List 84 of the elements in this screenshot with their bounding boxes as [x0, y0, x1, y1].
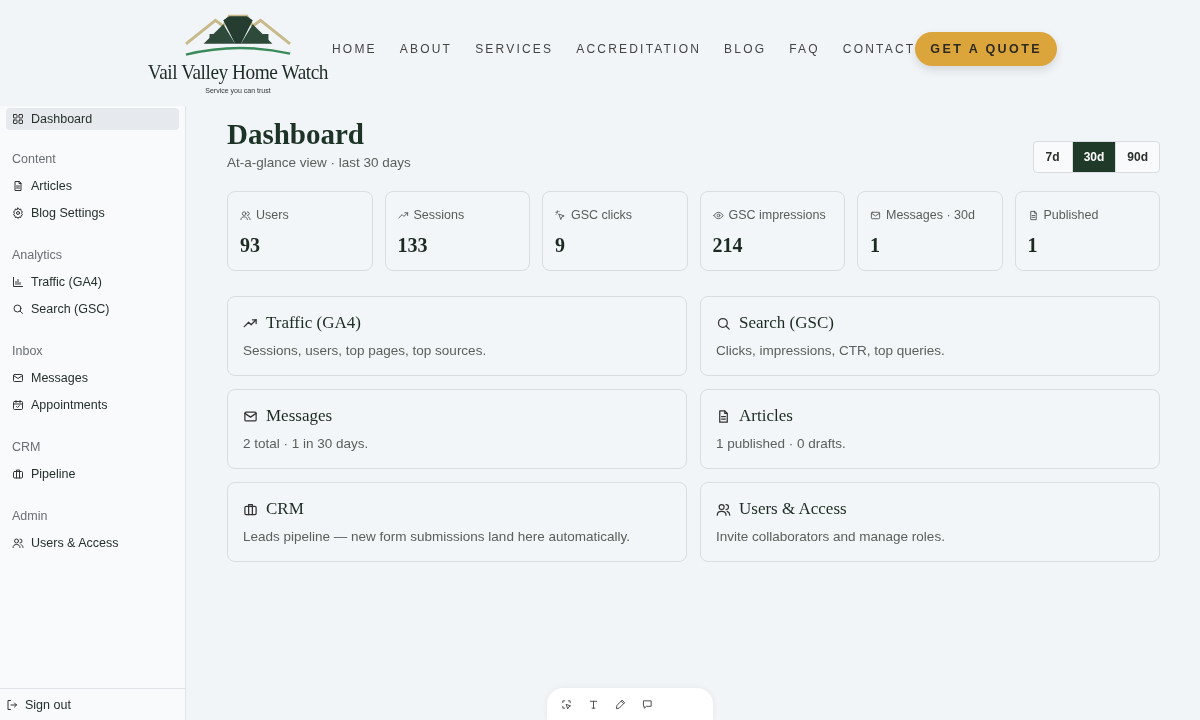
section-heading: Content	[11, 151, 57, 168]
section-heading: CRM	[11, 439, 42, 456]
stat-label: GSC impressions	[728, 208, 826, 222]
sidebar-item[interactable]: Dashboard	[6, 108, 179, 130]
stat-value: 9	[555, 234, 566, 257]
sidebar-item[interactable]: Appointments	[6, 391, 179, 418]
cursor-click-icon	[555, 209, 566, 221]
section-heading: Analytics	[11, 247, 64, 264]
search-icon	[716, 315, 731, 331]
nav-card[interactable]: Traffic (GA4) Sessions, users, top pages, top sources.	[227, 296, 687, 376]
layout-grid-icon	[12, 113, 24, 125]
card-title: Search (GSC)	[739, 313, 834, 333]
trend-up-icon	[397, 209, 409, 221]
nav-link[interactable]: ACCREDITATION	[576, 42, 702, 56]
users-icon	[12, 536, 24, 549]
nav-link[interactable]: SERVICES	[475, 42, 554, 56]
sign-out-link[interactable]: Sign out	[6, 697, 71, 712]
comment-icon	[642, 698, 653, 710]
envelope-icon	[12, 371, 24, 384]
document-icon	[716, 408, 731, 424]
sidebar-item[interactable]: Users & Access	[6, 529, 179, 556]
stat-label: Users	[256, 208, 289, 222]
calendar-icon	[12, 398, 24, 411]
bar-chart-icon	[12, 275, 24, 288]
quote-button[interactable]: GET A QUOTE	[915, 32, 1057, 66]
nav-card[interactable]: Users & Access Invite collaborators and manage roles.	[700, 482, 1160, 562]
users-icon	[240, 209, 251, 221]
pencil-icon	[615, 698, 626, 710]
nav-card[interactable]: Articles 1 published · 0 drafts.	[700, 389, 1160, 469]
eye-icon	[712, 209, 724, 221]
stat-label: GSC clicks	[571, 208, 633, 222]
sidebar-item[interactable]: Messages	[6, 364, 179, 391]
card-description: Clicks, impressions, CTR, top queries.	[716, 343, 946, 358]
stat-value: 214	[712, 234, 744, 257]
card-description: 2 total · 1 in 30 days.	[243, 436, 370, 451]
sign-out-icon	[6, 698, 18, 711]
stat-value: 1	[1027, 234, 1039, 257]
sidebar-item[interactable]: Pipeline	[6, 460, 179, 487]
text-tool-icon	[588, 698, 599, 710]
card-description: Invite collaborators and manage roles.	[716, 529, 946, 544]
nav-link[interactable]: CONTACT	[842, 42, 916, 56]
nav-link[interactable]: HOME	[332, 42, 377, 56]
nav-link[interactable]: ABOUT	[399, 42, 453, 56]
section-heading: Admin	[11, 508, 49, 525]
search-icon	[12, 302, 24, 315]
stat-value: 133	[397, 234, 429, 257]
page-subtitle: At-a-glance view · last 30 days	[227, 155, 411, 170]
range-tab[interactable]: 90d	[1115, 142, 1159, 172]
sidebar-item[interactable]: Search (GSC)	[6, 295, 179, 322]
card-description: 1 published · 0 drafts.	[716, 436, 847, 451]
stat-label: Messages · 30d	[886, 208, 975, 222]
page-title: Dashboard	[227, 117, 365, 152]
selection-icon	[561, 698, 572, 710]
card-title: Users & Access	[739, 499, 847, 519]
section-heading: Inbox	[11, 343, 44, 360]
document-icon	[1027, 209, 1039, 221]
document-icon	[12, 179, 24, 192]
briefcase-icon	[12, 467, 24, 480]
users-icon	[716, 501, 731, 517]
sidebar-item[interactable]: Traffic (GA4)	[6, 268, 179, 295]
envelope-icon	[243, 408, 258, 424]
card-description: Leads pipeline — new form submissions land here automatically.	[243, 529, 631, 544]
briefcase-icon	[243, 501, 258, 517]
range-tab[interactable]: 30d	[1071, 142, 1116, 172]
card-title: Messages	[266, 406, 333, 426]
card-title: CRM	[266, 499, 304, 519]
card-description: Sessions, users, top pages, top sources.	[243, 343, 488, 358]
sidebar-item[interactable]: Articles	[6, 172, 179, 199]
nav-link[interactable]: BLOG	[724, 42, 767, 56]
nav-link[interactable]: FAQ	[789, 42, 820, 56]
sidebar-item[interactable]: Blog Settings	[6, 199, 179, 226]
range-tab[interactable]: 7d	[1033, 142, 1072, 172]
stat-value: 1	[870, 234, 881, 257]
stat-value: 93	[240, 234, 261, 257]
envelope-icon	[870, 209, 881, 221]
nav-card[interactable]: Search (GSC) Clicks, impressions, CTR, top queries.	[700, 296, 1160, 376]
card-title: Articles	[739, 406, 793, 426]
settings-icon	[12, 206, 24, 219]
card-title: Traffic (GA4)	[266, 313, 361, 333]
stat-label: Published	[1043, 208, 1099, 222]
stat-label: Sessions	[413, 208, 465, 222]
nav-card[interactable]: CRM Leads pipeline — new form submissions land here automatically.	[227, 482, 687, 562]
nav-card[interactable]: Messages 2 total · 1 in 30 days.	[227, 389, 687, 469]
logo-text[interactable]: Vail Valley Home Watch	[147, 60, 329, 85]
